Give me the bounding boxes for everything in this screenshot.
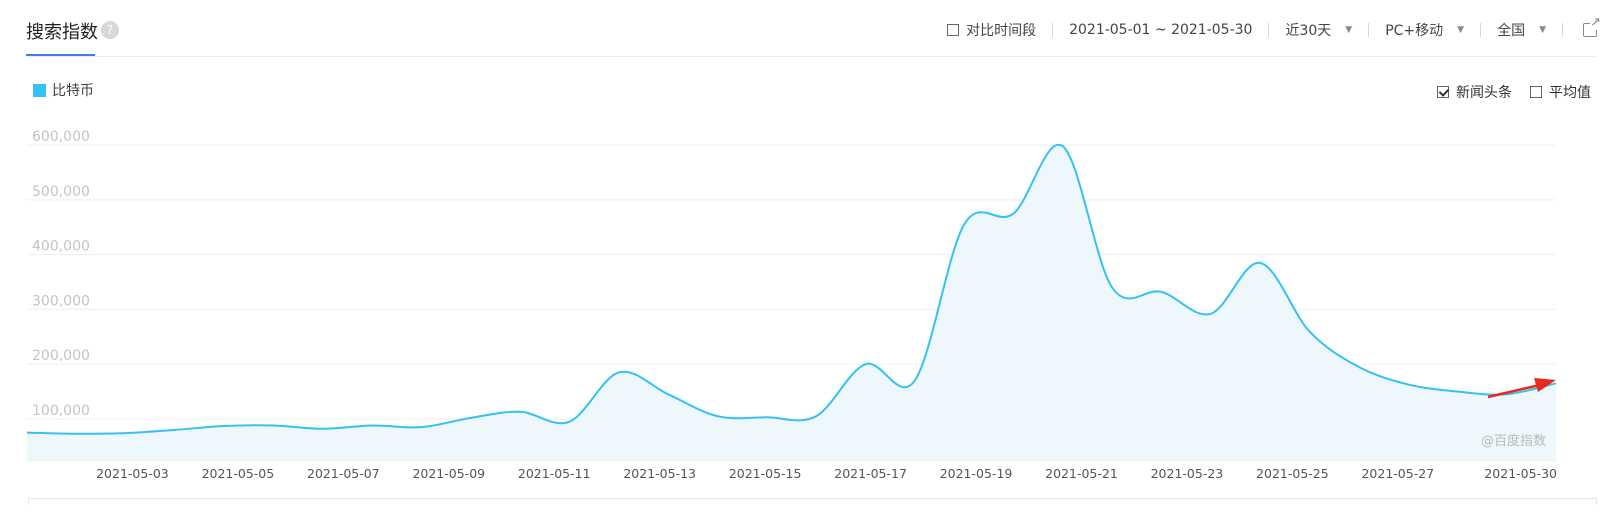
x-tick-label: 2021-05-15 — [729, 466, 802, 481]
x-tick-label: 2021-05-13 — [623, 466, 696, 481]
watermark: @百度指数 — [1481, 433, 1546, 449]
x-tick-label: 2021-05-19 — [940, 466, 1013, 481]
y-tick-label: 500,000 — [32, 184, 90, 200]
x-tick-label: 2021-05-21 — [1045, 466, 1118, 481]
x-tick-label: 2021-05-23 — [1151, 466, 1224, 481]
x-tick-label: 2021-05-25 — [1256, 466, 1329, 481]
x-tick-label: 2021-05-07 — [307, 466, 380, 481]
range-slider-track[interactable] — [28, 498, 1597, 505]
x-tick-label: 2021-05-30 — [1484, 466, 1557, 481]
x-tick-label: 2021-05-05 — [202, 466, 275, 481]
y-tick-label: 400,000 — [32, 239, 90, 255]
series-area — [27, 144, 1556, 460]
y-tick-label: 200,000 — [32, 348, 90, 364]
y-tick-label: 100,000 — [32, 403, 90, 419]
x-tick-label: 2021-05-27 — [1361, 466, 1434, 481]
search-index-chart[interactable]: 100,000 200,000 300,000 400,000 500,000 600,0… — [0, 0, 1609, 517]
x-tick-label: 2021-05-09 — [412, 466, 485, 481]
x-tick-label: 2021-05-11 — [518, 466, 591, 481]
x-tick-label: 2021-05-17 — [834, 466, 907, 481]
x-tick-label: 2021-05-03 — [96, 466, 169, 481]
y-tick-label: 600,000 — [32, 129, 90, 145]
y-tick-label: 300,000 — [32, 293, 90, 309]
